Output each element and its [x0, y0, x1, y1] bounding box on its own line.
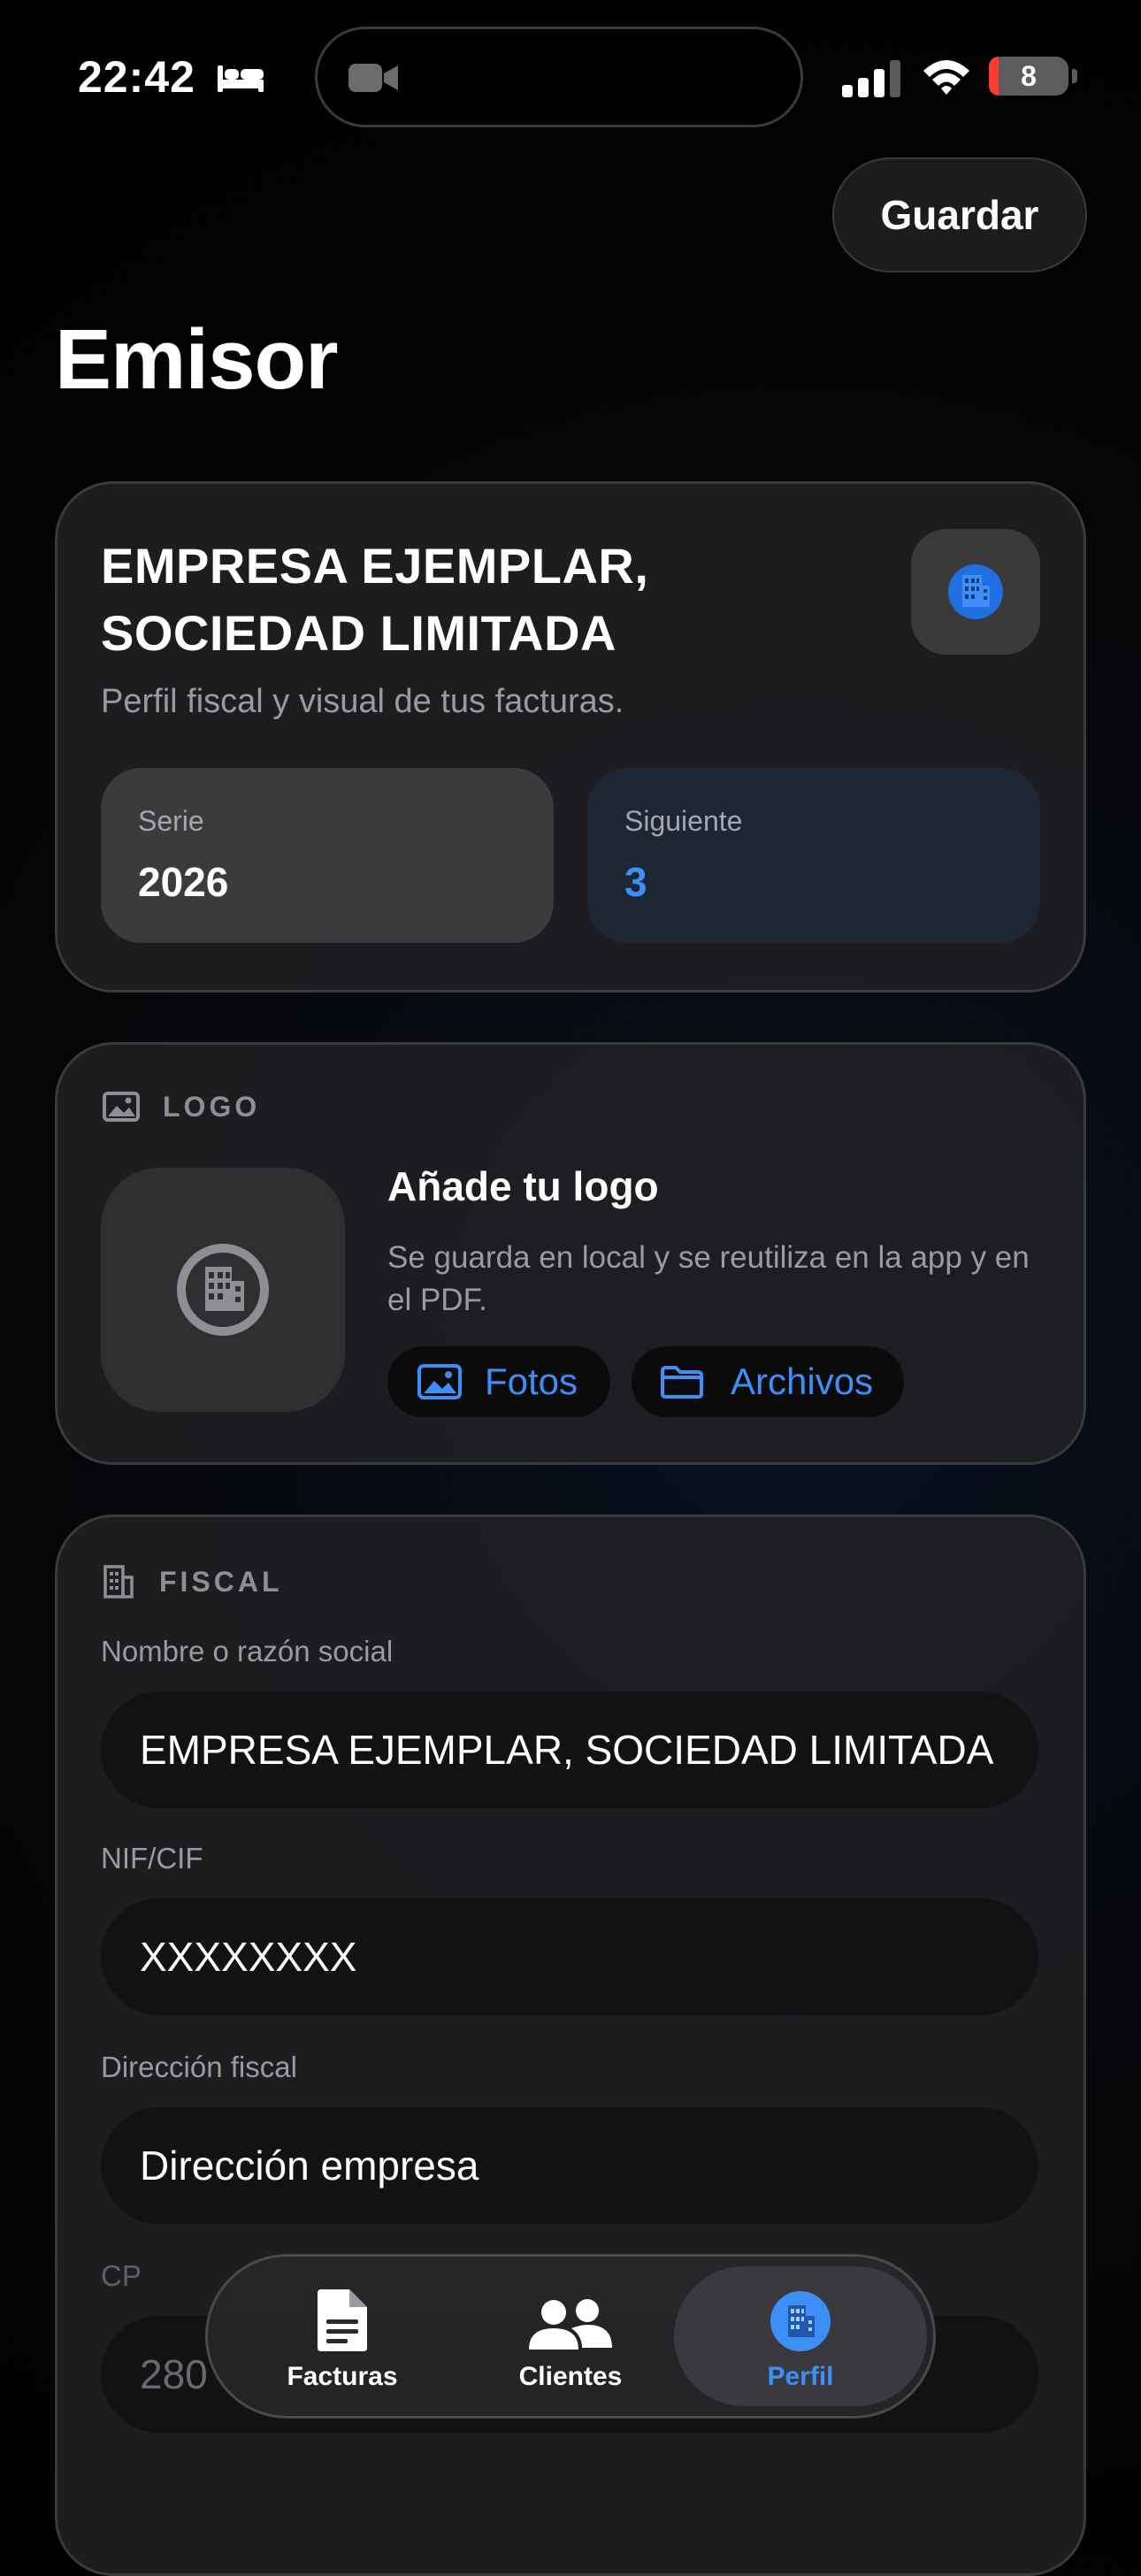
field-label-name: Nombre o razón social: [101, 1635, 394, 1668]
document-icon: [318, 2289, 367, 2351]
tab-label-facturas: Facturas: [287, 2362, 398, 2391]
next-number-tile[interactable]: Siguiente 3: [587, 768, 1040, 943]
card-subtitle: Perfil fiscal y visual de tus facturas.: [101, 683, 624, 720]
address-field[interactable]: Dirección empresa: [101, 2107, 1038, 2224]
logo-heading: Añade tu logo: [387, 1163, 659, 1209]
field-label-address: Dirección fiscal: [101, 2051, 297, 2083]
photos-button[interactable]: Fotos: [387, 1346, 610, 1417]
fiscal-section-label: FISCAL: [159, 1566, 283, 1598]
photo-icon: [417, 1364, 462, 1399]
files-label: Archivos: [731, 1361, 874, 1402]
next-label: Siguiente: [624, 805, 743, 837]
serie-label: Serie: [138, 805, 204, 837]
folder-icon: [661, 1366, 703, 1399]
building-icon: [948, 564, 1003, 619]
logo-section-label: LOGO: [163, 1091, 261, 1123]
company-name-field[interactable]: EMPRESA EJEMPLAR, SOCIEDAD LIMITADA: [101, 1691, 1038, 1808]
files-button[interactable]: Archivos: [632, 1346, 904, 1417]
photos-label: Fotos: [485, 1361, 578, 1402]
building-icon: [177, 1244, 269, 1336]
company-icon-badge: [911, 529, 1040, 655]
tab-perfil[interactable]: Perfil: [674, 2266, 927, 2406]
cellular-signal-icon: [842, 60, 900, 97]
logo-placeholder[interactable]: [101, 1168, 345, 1412]
tab-label-clientes: Clientes: [518, 2362, 623, 2391]
serie-tile[interactable]: Serie 2026: [101, 768, 554, 943]
company-name: EMPRESA EJEMPLAR, SOCIEDAD LIMITADA: [101, 538, 649, 661]
field-label-nif: NIF/CIF: [101, 1842, 203, 1874]
people-icon: [529, 2299, 612, 2350]
logo-description: Se guarda en local y se reutiliza en la …: [387, 1240, 1030, 1317]
page-title: Emisor: [55, 312, 338, 407]
battery-nub: [1072, 69, 1077, 83]
save-button[interactable]: Guardar: [832, 157, 1087, 272]
building-icon: [770, 2291, 831, 2351]
next-value: 3: [624, 859, 647, 905]
video-camera-icon: [348, 64, 398, 92]
tab-facturas[interactable]: Facturas: [216, 2266, 469, 2406]
building-icon: [103, 1565, 134, 1598]
nif-field[interactable]: XXXXXXXX: [101, 1898, 1038, 2015]
battery-percent: 8: [1021, 60, 1037, 92]
wifi-icon: [923, 60, 969, 95]
battery-indicator: 8: [989, 57, 1068, 96]
status-time: 22:42: [78, 52, 195, 102]
tab-label-perfil: Perfil: [767, 2362, 834, 2391]
serie-value: 2026: [138, 859, 229, 905]
sleep-bed-icon: [218, 65, 264, 92]
photo-icon: [103, 1092, 140, 1122]
field-label-cp: CP: [101, 2259, 142, 2292]
tab-clientes[interactable]: Clientes: [444, 2266, 697, 2406]
